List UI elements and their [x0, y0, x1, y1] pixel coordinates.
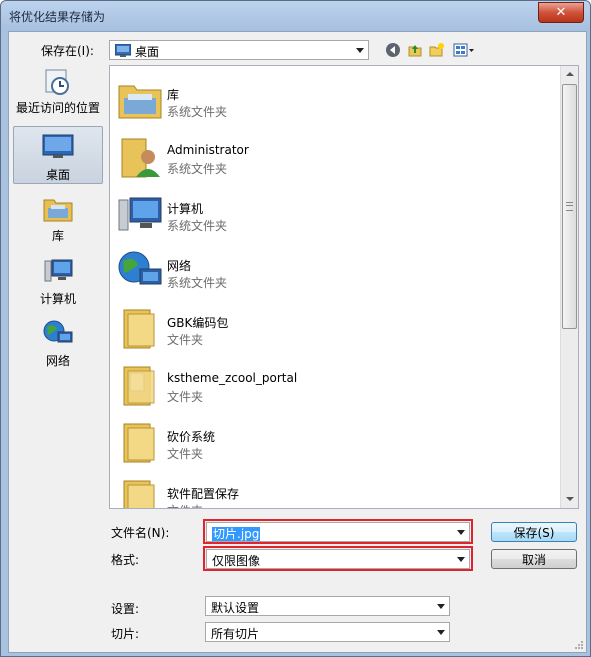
back-arrow-icon[interactable]	[385, 42, 401, 58]
file-type: 系统文件夹	[167, 276, 228, 290]
format-label: 格式:	[111, 553, 140, 567]
file-type: 系统文件夹	[167, 219, 228, 233]
libraries-icon	[43, 199, 73, 222]
file-name: 计算机	[167, 202, 204, 216]
settings-dropdown[interactable]: 默认设置	[205, 596, 450, 616]
sidebar-item-label: 网络	[45, 354, 70, 368]
folder-icon	[123, 309, 155, 349]
user-folder-icon	[121, 138, 160, 178]
scroll-thumb[interactable]	[562, 84, 577, 329]
file-name: 软件配置保存	[167, 487, 240, 501]
location-dropdown[interactable]: 桌面	[109, 40, 369, 60]
network-icon	[118, 251, 162, 285]
list-item[interactable]: 库 系统文件夹	[110, 72, 560, 128]
folder-icon	[123, 423, 155, 463]
network-icon	[43, 320, 73, 343]
desktop-icon	[42, 134, 74, 158]
list-item[interactable]: 网络 系统文件夹	[110, 243, 560, 299]
file-type: 系统文件夹	[167, 162, 228, 176]
computer-icon	[44, 259, 73, 282]
sidebar-item-network[interactable]: 网络	[13, 319, 103, 369]
file-name: kstheme_zcool_portal	[167, 371, 298, 385]
chevron-down-icon	[356, 48, 364, 53]
save-dialog-window: 将优化结果存储为 ✕ 保存在(I): 桌面 最近访问的位置 桌面 库 计算机 网…	[0, 0, 591, 657]
libraries-icon	[118, 85, 162, 119]
vertical-scrollbar[interactable]	[560, 66, 578, 508]
recent-places-icon	[45, 69, 69, 95]
computer-icon	[118, 197, 162, 231]
resize-grip-icon[interactable]	[574, 640, 584, 650]
slices-value: 所有切片	[211, 627, 260, 641]
title-bar[interactable]: 将优化结果存储为 ✕	[1, 1, 590, 31]
file-type: 文件夹	[167, 390, 204, 404]
highlight-box	[203, 519, 473, 544]
highlight-box	[203, 546, 473, 571]
dialog-title: 将优化结果存储为	[9, 10, 106, 24]
places-sidebar: 最近访问的位置 桌面 库 计算机 网络	[9, 64, 105, 508]
file-name: 网络	[167, 259, 192, 273]
file-list[interactable]: 库 系统文件夹 Administrator 系统文件夹 计算机 系统文件夹 网络…	[109, 65, 579, 509]
view-menu-icon[interactable]	[453, 42, 475, 58]
up-folder-icon[interactable]	[407, 42, 423, 58]
file-type: 文件夹	[167, 502, 203, 508]
scroll-up-button[interactable]	[561, 66, 578, 83]
settings-value: 默认设置	[211, 601, 260, 615]
scroll-down-button[interactable]	[561, 491, 578, 508]
file-type: 文件夹	[167, 333, 204, 347]
slices-dropdown[interactable]: 所有切片	[205, 622, 450, 642]
filename-label: 文件名(N):	[111, 526, 170, 540]
sidebar-item-label: 最近访问的位置	[15, 101, 100, 115]
sidebar-item-desktop[interactable]: 桌面	[13, 126, 103, 184]
save-in-label: 保存在(I):	[41, 44, 94, 58]
chevron-down-icon	[437, 630, 445, 635]
file-name: 库	[167, 88, 180, 102]
new-folder-icon[interactable]	[429, 42, 445, 58]
list-item[interactable]: GBK编码包 文件夹	[110, 300, 560, 356]
file-name: Administrator	[167, 143, 249, 157]
location-value: 桌面	[135, 45, 160, 59]
sidebar-item-computer[interactable]: 计算机	[13, 257, 103, 307]
desktop-icon	[115, 44, 131, 57]
settings-label: 设置:	[111, 602, 140, 616]
sidebar-item-label: 库	[51, 229, 64, 243]
dialog-client-area: 保存在(I): 桌面 最近访问的位置 桌面 库 计算机 网络 库 系统文件夹 A…	[8, 31, 587, 653]
list-item[interactable]: Administrator 系统文件夹	[110, 129, 560, 185]
file-name: 砍价系统	[167, 430, 216, 444]
close-button[interactable]: ✕	[538, 2, 584, 23]
cancel-button[interactable]: 取消	[491, 549, 577, 569]
file-type: 系统文件夹	[167, 105, 228, 119]
list-item[interactable]: 砍价系统 文件夹	[110, 414, 560, 470]
sidebar-item-label: 桌面	[45, 168, 70, 182]
sidebar-item-recent[interactable]: 最近访问的位置	[13, 68, 103, 120]
slices-label: 切片:	[111, 627, 140, 641]
list-item[interactable]: 计算机 系统文件夹	[110, 186, 560, 242]
file-type: 文件夹	[167, 447, 204, 461]
save-button[interactable]: 保存(S)	[491, 522, 577, 542]
sidebar-item-libraries[interactable]: 库	[13, 194, 103, 244]
sidebar-item-label: 计算机	[39, 292, 76, 306]
folder-icon	[123, 480, 155, 508]
grip-icon	[566, 202, 573, 211]
chevron-down-icon	[437, 604, 445, 609]
folder-icon	[123, 366, 155, 406]
file-name: GBK编码包	[167, 316, 229, 330]
list-item[interactable]: kstheme_zcool_portal 文件夹	[110, 357, 560, 413]
list-item[interactable]: 软件配置保存 文件夹	[110, 471, 560, 508]
